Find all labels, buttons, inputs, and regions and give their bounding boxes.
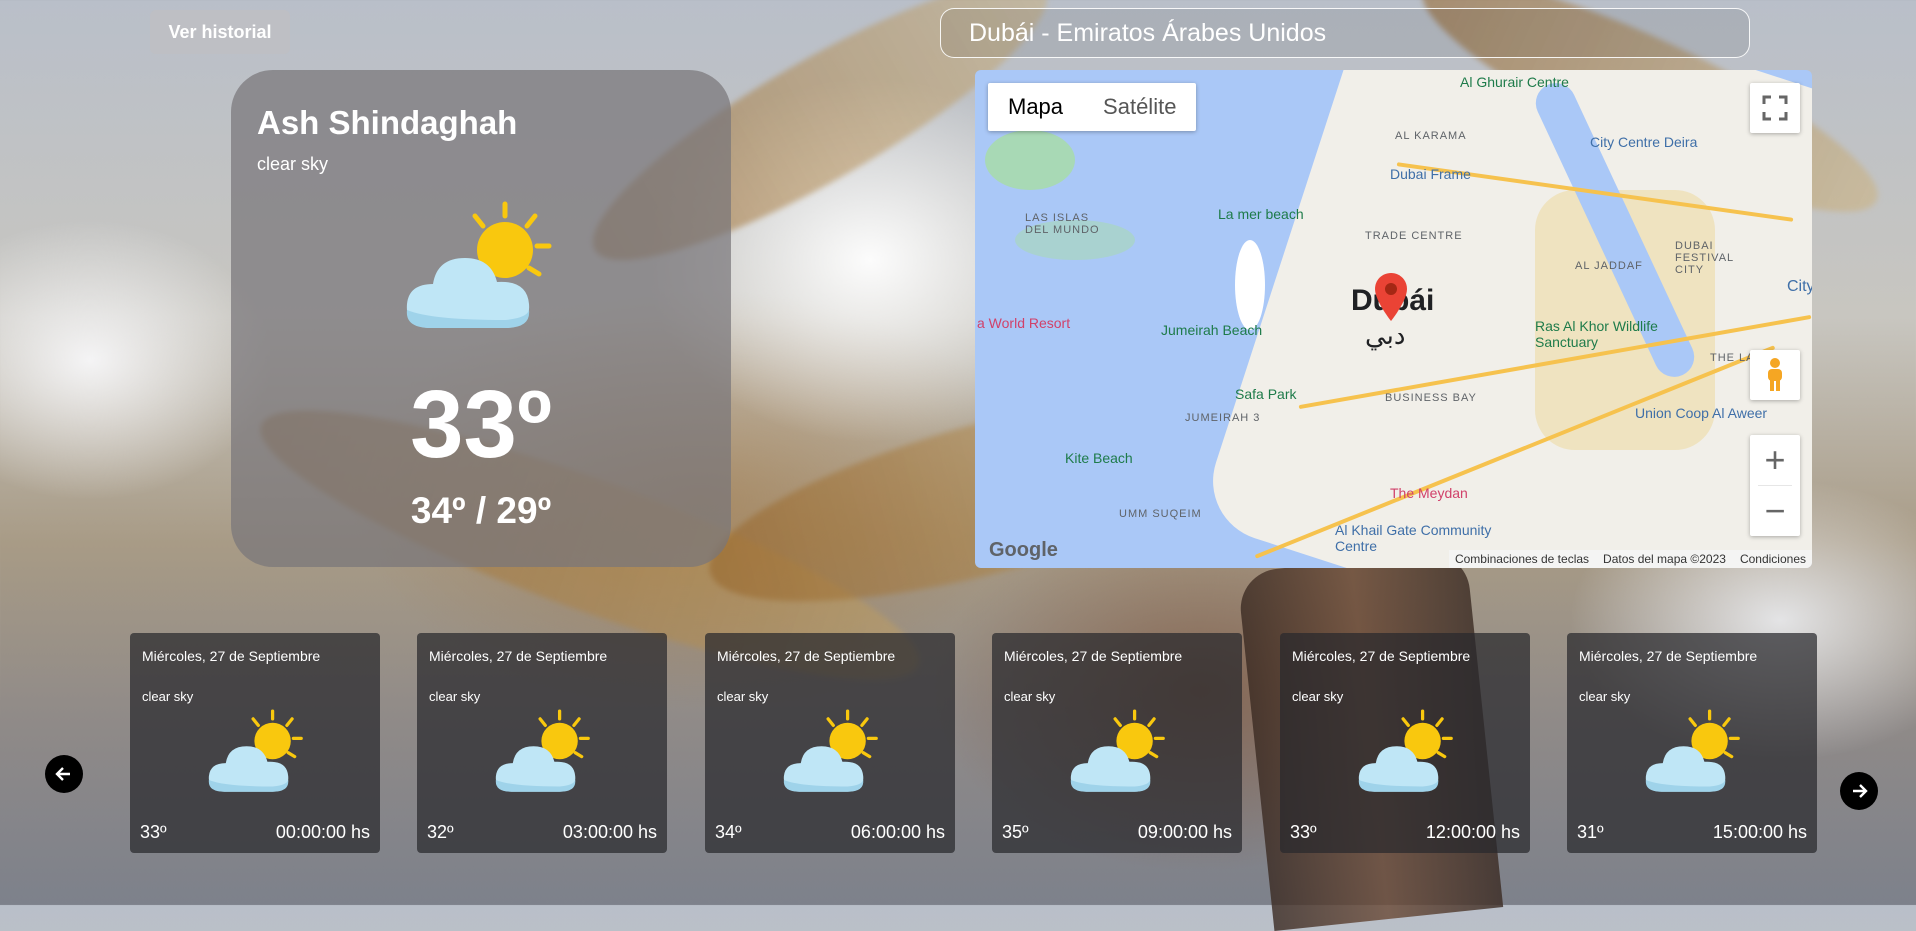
zoom-out-icon[interactable]: − bbox=[1750, 486, 1800, 536]
map-type-map-button[interactable]: Mapa bbox=[988, 83, 1083, 131]
forecast-temperature: 32º bbox=[427, 822, 454, 842]
forecast-temperature: 34º bbox=[715, 822, 742, 842]
map-attribution: Combinaciones de teclas Datos del mapa ©… bbox=[1448, 550, 1812, 568]
map-label: Union Coop Al Aweer bbox=[1635, 405, 1768, 421]
forecast-date: Miércoles, 27 de Septiembre bbox=[1579, 648, 1758, 664]
temperature-range: 34º / 29º bbox=[410, 490, 552, 531]
map-label: JUMEIRAH 3 bbox=[1185, 412, 1261, 424]
map-label: The Meydan bbox=[1390, 485, 1468, 501]
map-land bbox=[1197, 70, 1812, 568]
map-label: Kite Beach bbox=[1065, 450, 1133, 466]
map-label: City Centre Deira bbox=[1590, 134, 1698, 150]
weather-description: clear sky bbox=[257, 154, 329, 174]
forecast-time: 12:00:00 hs bbox=[1425, 822, 1520, 842]
forecast-temperature: 35º bbox=[1002, 822, 1029, 842]
forecast-description: clear sky bbox=[717, 689, 769, 704]
partly-cloudy-sun-icon bbox=[208, 709, 303, 792]
arrow-right-icon bbox=[1853, 784, 1868, 798]
forecast-date: Miércoles, 27 de Septiembre bbox=[142, 648, 321, 664]
map-label: Al Ghurair Centre bbox=[1460, 74, 1569, 90]
map-label: Jumeirah Beach bbox=[1161, 322, 1263, 338]
map-label: Safa Park bbox=[1235, 386, 1297, 402]
map-label: DUBAI FESTIVAL CITY bbox=[1675, 240, 1734, 276]
forecast-description: clear sky bbox=[1579, 689, 1631, 704]
forecast-time: 03:00:00 hs bbox=[562, 822, 657, 842]
current-temperature: 33º bbox=[410, 371, 552, 478]
location-title: Dubái - Emiratos Árabes Unidos bbox=[940, 8, 1750, 58]
forecast-card[interactable]: Miércoles, 27 de Septiembre clear sky 33… bbox=[1280, 633, 1530, 853]
map-label: Dubai Frame bbox=[1390, 166, 1471, 182]
partly-cloudy-sun-icon bbox=[1358, 709, 1453, 792]
forecast-description: clear sky bbox=[429, 689, 481, 704]
forecast-date: Miércoles, 27 de Septiembre bbox=[1004, 648, 1183, 664]
partly-cloudy-sun-icon bbox=[1645, 709, 1740, 792]
map-type-satellite-button[interactable]: Satélite bbox=[1083, 83, 1196, 131]
partly-cloudy-sun-icon bbox=[1070, 709, 1165, 792]
forecast-date: Miércoles, 27 de Septiembre bbox=[429, 648, 608, 664]
forecast-time: 06:00:00 hs bbox=[850, 822, 945, 842]
forecast-time: 00:00:00 hs bbox=[275, 822, 370, 842]
partly-cloudy-sun-icon bbox=[406, 201, 552, 328]
map-city-label-arabic: دبي bbox=[1365, 320, 1406, 350]
map-label: City bbox=[1787, 278, 1812, 295]
arrow-left-icon bbox=[55, 767, 70, 781]
street-view-pegman-icon[interactable] bbox=[1750, 350, 1800, 400]
map-type-control: Mapa Satélite bbox=[988, 83, 1197, 131]
forecast-date: Miércoles, 27 de Septiembre bbox=[717, 648, 896, 664]
map-label: UMM SUQEIM bbox=[1119, 508, 1202, 520]
partly-cloudy-sun-icon bbox=[495, 709, 590, 792]
map-label: TRADE CENTRE bbox=[1365, 230, 1463, 242]
map-label: AL JADDAF bbox=[1575, 260, 1643, 272]
place-name: Ash Shindaghah bbox=[257, 104, 518, 141]
map-label: AL KARAMA bbox=[1395, 130, 1467, 142]
forecast-time: 15:00:00 hs bbox=[1712, 822, 1807, 842]
map-label: La mer beach bbox=[1218, 206, 1304, 222]
keyboard-shortcuts-link[interactable]: Combinaciones de teclas bbox=[1455, 552, 1589, 566]
forecast-temperature: 33º bbox=[1290, 822, 1317, 842]
map-marker-icon[interactable] bbox=[1375, 273, 1407, 321]
map-label: Ras Al Khor Wildlife Sanctuary bbox=[1535, 318, 1658, 350]
forecast-description: clear sky bbox=[142, 689, 194, 704]
map-label: BUSINESS BAY bbox=[1385, 392, 1477, 404]
partly-cloudy-sun-icon bbox=[783, 709, 878, 792]
forecast-card[interactable]: Miércoles, 27 de Septiembre clear sky 32… bbox=[417, 633, 667, 853]
carousel-prev-button[interactable] bbox=[45, 755, 83, 793]
carousel-next-button[interactable] bbox=[1840, 772, 1878, 810]
map-island bbox=[1235, 240, 1265, 330]
forecast-description: clear sky bbox=[1004, 689, 1056, 704]
fullscreen-icon[interactable] bbox=[1750, 83, 1800, 133]
terms-link[interactable]: Condiciones bbox=[1740, 552, 1806, 566]
forecast-card[interactable]: Miércoles, 27 de Septiembre clear sky 35… bbox=[992, 633, 1242, 853]
zoom-in-icon[interactable]: + bbox=[1750, 435, 1800, 485]
forecast-temperature: 31º bbox=[1577, 822, 1604, 842]
map-view[interactable]: Al Ghurair Centre AL KARAMA City Centre … bbox=[975, 70, 1812, 568]
forecast-description: clear sky bbox=[1292, 689, 1344, 704]
forecast-card[interactable]: Miércoles, 27 de Septiembre clear sky 33… bbox=[130, 633, 380, 853]
map-label: a World Resort bbox=[977, 315, 1071, 331]
forecast-date: Miércoles, 27 de Septiembre bbox=[1292, 648, 1471, 664]
current-weather-card: Ash Shindaghah clear sky 33º 34º / 29º bbox=[231, 70, 731, 567]
map-data-text: Datos del mapa ©2023 bbox=[1603, 552, 1726, 566]
google-logo: Google bbox=[989, 539, 1058, 561]
view-history-button[interactable]: Ver historial bbox=[150, 10, 290, 54]
map-label: LAS ISLAS DEL MUNDO bbox=[1025, 212, 1100, 236]
zoom-control: + − bbox=[1750, 435, 1800, 536]
map-island bbox=[985, 130, 1075, 190]
forecast-card[interactable]: Miércoles, 27 de Septiembre clear sky 34… bbox=[705, 633, 955, 853]
forecast-time: 09:00:00 hs bbox=[1137, 822, 1232, 842]
forecast-card[interactable]: Miércoles, 27 de Septiembre clear sky 31… bbox=[1567, 633, 1817, 853]
forecast-temperature: 33º bbox=[140, 822, 167, 842]
